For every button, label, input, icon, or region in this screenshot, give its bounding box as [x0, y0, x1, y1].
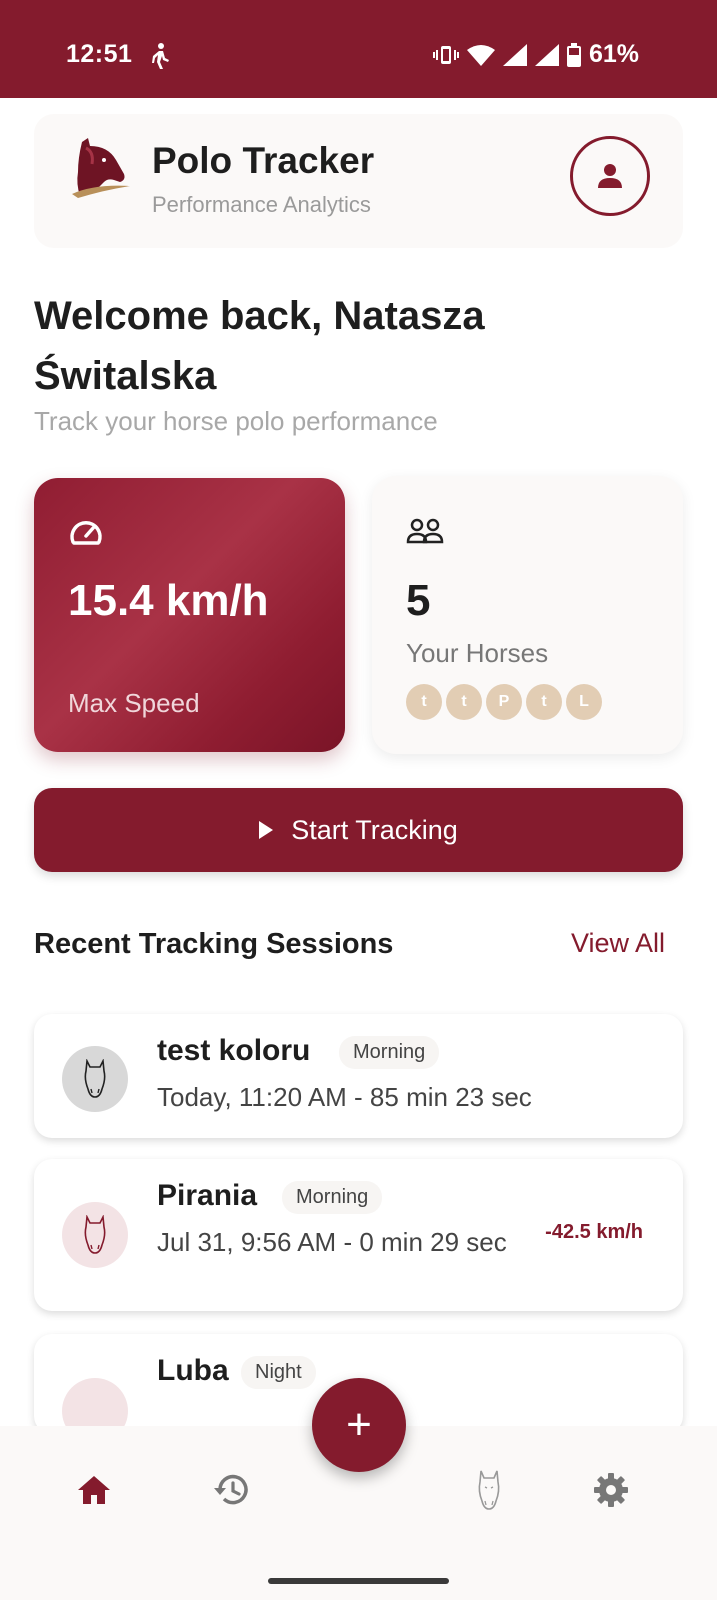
horse-icon [478, 1470, 500, 1510]
horse-head-logo [72, 138, 130, 198]
nav-home[interactable] [72, 1468, 116, 1512]
horse-avatar: t [446, 684, 482, 720]
horse-avatars: t t P t L [406, 684, 602, 720]
profile-button[interactable] [570, 136, 650, 216]
status-bar: 12:51 61% [0, 0, 717, 98]
horse-avatar: L [566, 684, 602, 720]
horse-icon [84, 1059, 106, 1098]
welcome-subtitle: Track your horse polo performance [34, 406, 438, 436]
session-time-badge: Night [241, 1356, 316, 1389]
wifi-icon [466, 44, 495, 66]
horse-avatar: t [406, 684, 442, 720]
session-time-badge: Morning [282, 1181, 383, 1214]
battery-icon [566, 42, 581, 67]
session-card[interactable]: Pirania Morning Jul 31, 9:56 AM - 0 min … [34, 1159, 683, 1311]
start-tracking-label: Start Tracking [291, 814, 458, 845]
session-detail: Jul 31, 9:56 AM - 0 min 29 sec [157, 1227, 507, 1257]
app-title: Polo Tracker [152, 140, 375, 181]
walk-icon [152, 43, 169, 69]
welcome-title: Welcome back, Natasza Świtalska [34, 294, 485, 398]
horses-label: Your Horses [406, 638, 549, 668]
max-speed-label: Max Speed [68, 688, 200, 718]
history-icon [214, 1474, 248, 1505]
session-avatar [62, 1202, 128, 1268]
session-card[interactable]: test koloru Morning Today, 11:20 AM - 85… [34, 1014, 683, 1138]
session-detail: Today, 11:20 AM - 85 min 23 sec [157, 1082, 532, 1112]
recent-sessions-title: Recent Tracking Sessions [34, 928, 394, 960]
nav-history[interactable] [208, 1468, 252, 1512]
settings-icon [594, 1473, 628, 1507]
status-icons: 61% [432, 40, 639, 69]
session-avatar [62, 1046, 128, 1112]
nav-settings[interactable] [589, 1468, 633, 1512]
max-speed-value: 15.4 km/h [68, 576, 269, 625]
session-speed: -42.5 km/h [545, 1221, 643, 1243]
horse-avatar: t [526, 684, 562, 720]
vibrate-icon [432, 45, 459, 64]
group-icon [406, 518, 444, 544]
battery-percent: 61% [588, 40, 639, 68]
horse-icon [84, 1215, 106, 1254]
nav-horses[interactable] [467, 1468, 511, 1512]
signal-icon [534, 43, 559, 66]
start-tracking-button[interactable]: Start Tracking [34, 788, 683, 872]
home-indicator[interactable] [268, 1578, 449, 1584]
session-name: Luba [157, 1354, 229, 1387]
horses-count: 5 [406, 576, 431, 625]
person-icon [598, 164, 622, 188]
signal-icon [502, 43, 527, 66]
session-time-badge: Morning [339, 1036, 440, 1069]
add-button[interactable]: + [312, 1378, 406, 1472]
status-time: 12:51 [66, 40, 133, 68]
horses-card[interactable]: 5 Your Horses t t P t L [372, 476, 683, 754]
play-icon [259, 821, 274, 839]
max-speed-card[interactable]: 15.4 km/h Max Speed [34, 478, 345, 752]
session-name: test koloru [157, 1034, 311, 1067]
horse-avatar: P [486, 684, 522, 720]
app-subtitle: Performance Analytics [152, 192, 371, 217]
speedometer-icon [70, 521, 102, 545]
view-all-link[interactable]: View All [571, 928, 665, 959]
home-icon [78, 1476, 110, 1504]
app-header: Polo Tracker Performance Analytics [34, 114, 683, 248]
session-name: Pirania [157, 1179, 258, 1212]
